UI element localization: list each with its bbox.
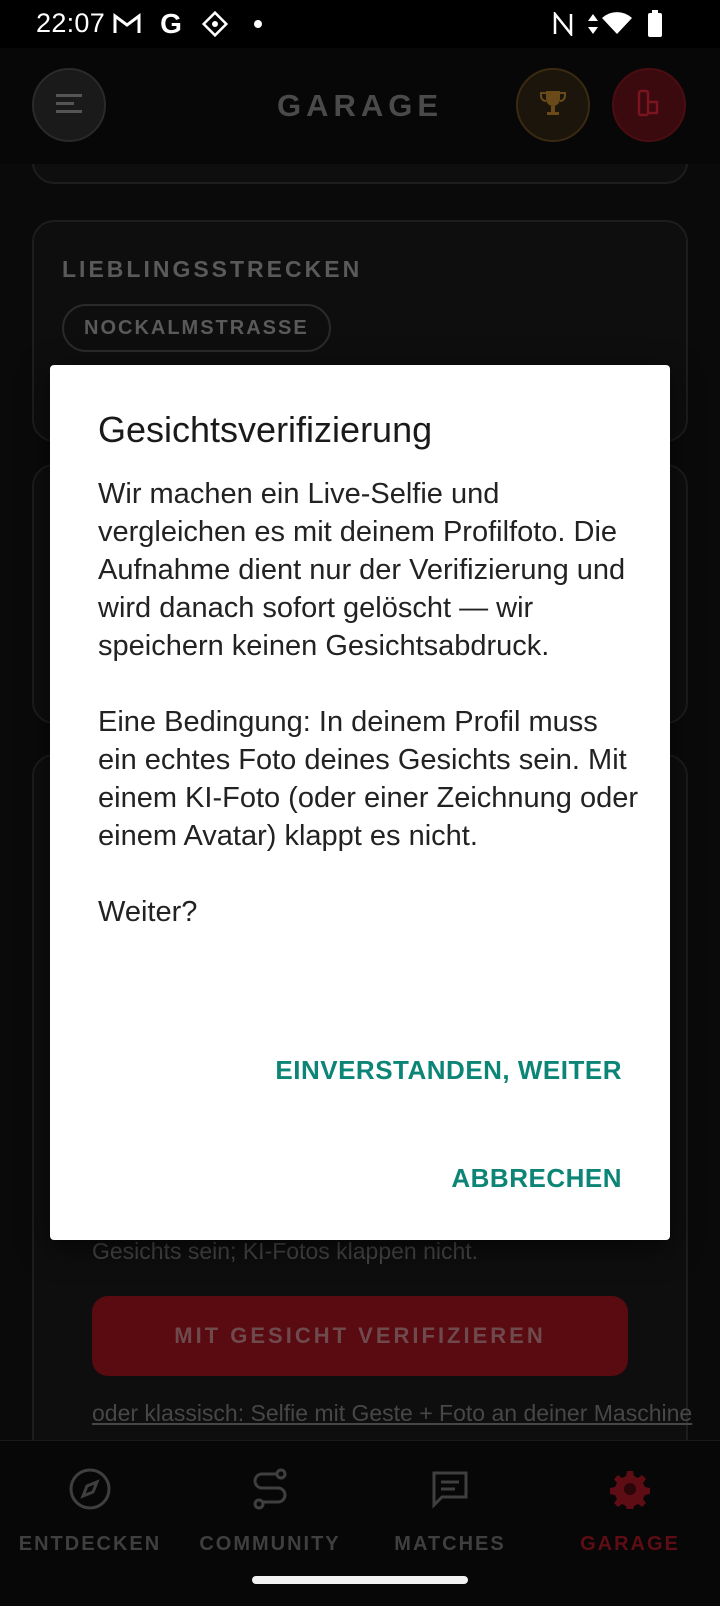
verify-face-button[interactable]: MIT GESICHT VERIFIZIEREN bbox=[92, 1296, 628, 1376]
app-icon bbox=[200, 9, 230, 39]
nav-item-matches[interactable]: MATCHES bbox=[360, 1459, 540, 1579]
verification-hint: Gesichts sein; KI-Fotos klappen nicht. bbox=[92, 1238, 479, 1264]
battery-icon bbox=[646, 9, 664, 39]
dialog-paragraph-2: Eine Bedingung: In deinem Profil muss ei… bbox=[98, 706, 639, 852]
favorite-routes-title: LIEBLINGSSTRECKEN bbox=[62, 256, 363, 282]
bike-icon bbox=[635, 88, 663, 123]
google-icon: G bbox=[160, 8, 182, 39]
nav-label-entdecken: ENTDECKEN bbox=[18, 1533, 162, 1555]
status-time: 22:07 bbox=[36, 8, 106, 38]
trophy-button[interactable] bbox=[516, 68, 590, 142]
nav-label-community: COMMUNITY bbox=[199, 1533, 341, 1555]
face-verification-dialog: Gesichtsverifizierung Wir machen ein Liv… bbox=[50, 365, 670, 1240]
route-icon bbox=[240, 1459, 300, 1519]
gmail-icon bbox=[112, 9, 142, 39]
cancel-button[interactable]: ABBRECHEN bbox=[451, 1163, 622, 1194]
compass-icon bbox=[60, 1459, 120, 1519]
classic-verification-link[interactable]: oder klassisch: Selfie mit Geste + Foto … bbox=[92, 1400, 692, 1427]
app-bar: GARAGE bbox=[0, 48, 720, 164]
home-indicator[interactable] bbox=[252, 1576, 468, 1584]
dialog-paragraph-3: Weiter? bbox=[98, 896, 198, 928]
nfc-icon bbox=[550, 9, 576, 39]
confirm-button[interactable]: EINVERSTANDEN, WEITER bbox=[275, 1055, 622, 1086]
chat-icon bbox=[420, 1459, 480, 1519]
wifi-icon bbox=[600, 9, 634, 39]
dialog-title: Gesichtsverifizierung bbox=[98, 409, 433, 450]
status-bar: 22:07 G bbox=[0, 0, 720, 48]
dialog-paragraph-1: Wir machen ein Live-Selfie und vergleich… bbox=[98, 478, 626, 662]
nav-label-matches: MATCHES bbox=[394, 1533, 506, 1555]
bike-button[interactable] bbox=[612, 68, 686, 142]
trophy-icon bbox=[539, 88, 567, 123]
nav-item-community[interactable]: COMMUNITY bbox=[180, 1459, 360, 1579]
nav-item-entdecken[interactable]: ENTDECKEN bbox=[0, 1459, 180, 1579]
data-arrows-icon bbox=[586, 9, 600, 39]
dialog-body: Wir machen ein Live-Selfie und vergleich… bbox=[98, 475, 638, 931]
route-chip[interactable]: NOCKALMSTRASSE bbox=[62, 304, 331, 352]
nav-label-garage: GARAGE bbox=[580, 1533, 680, 1555]
dot-icon bbox=[248, 9, 268, 39]
nav-item-garage[interactable]: GARAGE bbox=[540, 1459, 720, 1579]
card-top bbox=[32, 164, 688, 184]
gear-icon bbox=[600, 1459, 660, 1519]
